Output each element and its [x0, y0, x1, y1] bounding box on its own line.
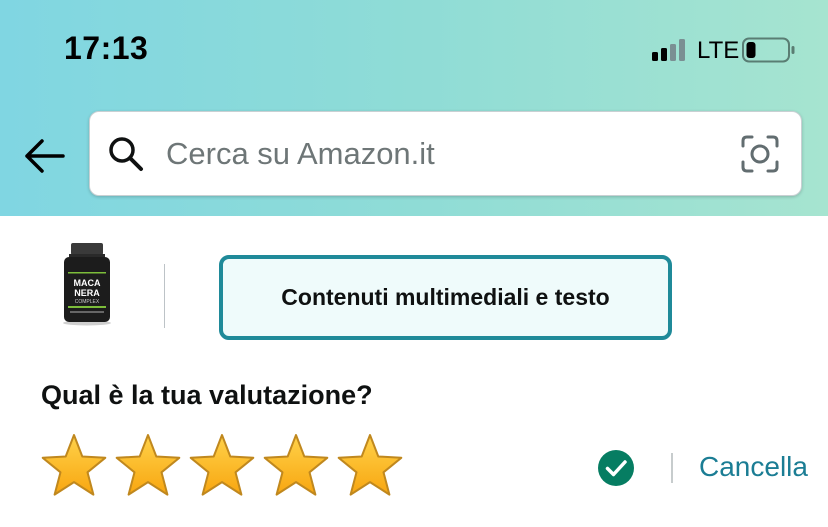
signal-strength-icon [652, 39, 685, 61]
separator [671, 453, 673, 483]
star-1-icon[interactable] [40, 433, 108, 499]
search-icon [109, 137, 143, 171]
header-bar: 17:13 LTE [0, 0, 828, 216]
vertical-divider [164, 264, 165, 328]
svg-text:NERA: NERA [74, 288, 100, 298]
battery-icon [742, 37, 795, 63]
star-5-icon[interactable] [336, 433, 404, 499]
media-and-text-label: Contenuti multimediali e testo [281, 284, 610, 310]
rating-question: Qual è la tua valutazione? [41, 380, 373, 410]
search-input[interactable] [164, 130, 728, 178]
star-rating[interactable] [40, 433, 404, 499]
star-2-icon[interactable] [114, 433, 182, 499]
search-bar[interactable] [89, 111, 802, 196]
back-arrow-icon[interactable] [22, 136, 66, 176]
check-circle-icon [598, 450, 634, 486]
star-4-icon[interactable] [262, 433, 330, 499]
camera-scan-icon[interactable] [741, 135, 779, 173]
status-time: 17:13 [64, 30, 149, 66]
media-and-text-tab[interactable]: Contenuti multimediali e testo [219, 255, 672, 340]
svg-text:COMPLEX: COMPLEX [75, 299, 100, 305]
product-thumbnail: MACA NERA COMPLEX [63, 243, 111, 326]
network-type: LTE [697, 37, 740, 64]
star-3-icon[interactable] [188, 433, 256, 499]
cancel-rating-link[interactable]: Cancella [699, 451, 808, 483]
svg-text:MACA: MACA [74, 278, 101, 288]
